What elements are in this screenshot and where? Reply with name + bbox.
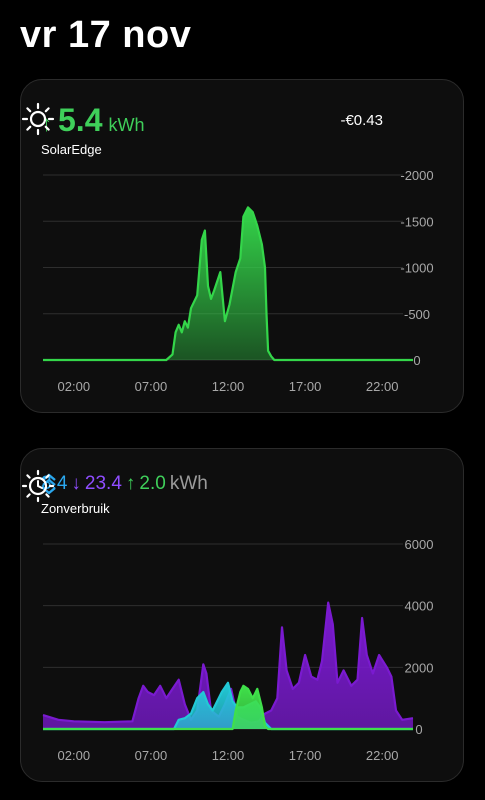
sun-clock-icon[interactable] [21,469,55,503]
usage-unit: kWh [169,473,208,494]
x-tick-label: 22:00 [366,379,399,394]
x-tick-label: 17:00 [289,748,322,763]
y-tick-label: 4000 [405,599,434,614]
solar-header: ↑ 5.4 kWh [41,102,144,139]
up-arrow-icon: ↑ [125,473,136,494]
y-tick-label: 0 [415,722,422,737]
import-value: 23.4 [84,473,122,494]
solar-cost: -€0.43 [340,112,383,129]
x-tick-label: 12:00 [212,748,245,763]
usage-header: 3.4 ↓ 23.4 ↑ 2.0 kWh [41,473,212,495]
solar-unit: kWh [108,115,145,135]
export-value: 2.0 [139,473,166,494]
x-tick-label: 22:00 [366,748,399,763]
y-tick-label: -2000 [400,168,433,183]
solar-value: 5.4 [58,102,103,138]
x-tick-label: 07:00 [135,748,168,763]
y-tick-label: 0 [413,353,420,368]
series-area [43,207,413,360]
y-tick-label: -1000 [400,261,433,276]
sun-icon[interactable] [21,102,55,136]
x-tick-label: 02:00 [58,748,91,763]
x-tick-label: 07:00 [135,379,168,394]
page-date: vr 17 nov [20,14,192,56]
usage-source-name: Zonverbruik [41,501,110,516]
y-tick-label: -500 [404,307,430,322]
down-arrow-icon: ↓ [71,473,81,494]
usage-chart: 6000 4000 2000 0 02:00 07:00 12:00 17:00 22:00 [42,537,434,763]
solar-card[interactable]: -2000 -1500 -1000 -500 0 02:00 07:00 12:00 17:00… [20,79,464,413]
x-tick-label: 12:00 [212,379,245,394]
usage-card[interactable]: 6000 4000 2000 0 02:00 07:00 12:00 17:00 22:00 3… [20,448,464,782]
y-tick-label: 6000 [405,537,434,552]
x-tick-label: 17:00 [289,379,322,394]
y-tick-label: 2000 [405,660,434,675]
y-tick-label: -1500 [400,214,433,229]
solar-source-name: SolarEdge [41,142,102,157]
x-tick-label: 02:00 [58,379,91,394]
